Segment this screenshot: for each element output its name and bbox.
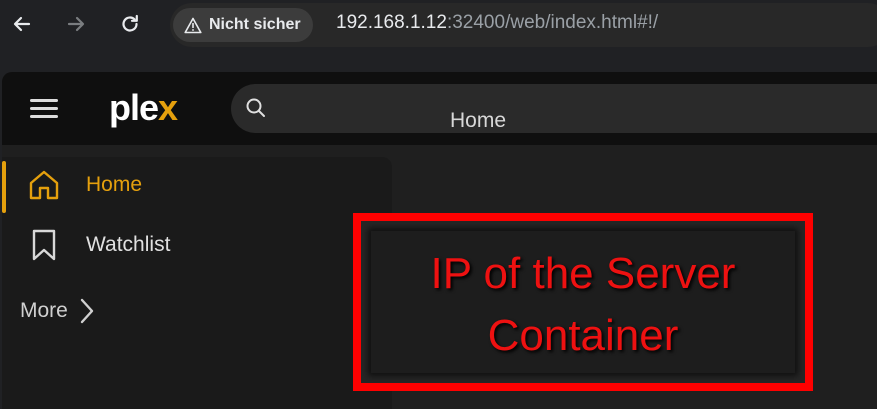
chevron-right-icon <box>80 298 94 324</box>
search-input[interactable] <box>231 84 877 133</box>
search-icon <box>246 98 265 117</box>
sidebar: Home Watchlist More <box>2 157 392 409</box>
reload-button[interactable] <box>114 8 146 40</box>
app-topbar: plex <box>2 72 877 145</box>
forward-arrow-icon <box>67 16 85 32</box>
menu-icon[interactable] <box>30 99 58 119</box>
url-host: 192.168.1.12 <box>336 12 447 33</box>
back-arrow-icon <box>13 16 31 32</box>
security-chip[interactable]: Nicht sicher <box>173 8 313 42</box>
bookmark-icon <box>26 227 62 263</box>
plex-logo[interactable]: plex <box>109 87 178 129</box>
more-label: More <box>20 299 68 322</box>
url-text[interactable]: 192.168.1.12:32400/web/index.html#!/ <box>336 12 658 34</box>
sidebar-item-watchlist[interactable]: Watchlist <box>2 217 392 273</box>
more-button[interactable]: More <box>20 298 94 324</box>
url-path: :32400/web/index.html#!/ <box>446 12 659 33</box>
page-title: Home <box>450 109 507 132</box>
active-indicator <box>2 161 6 213</box>
warning-triangle-icon <box>184 17 202 33</box>
annotation-text: IP of the Server Container <box>361 243 805 367</box>
sidebar-item-label: Home <box>86 173 143 196</box>
sidebar-item-home[interactable]: Home <box>2 157 392 213</box>
annotation-box: IP of the Server Container <box>353 213 813 391</box>
browser-toolbar: Nicht sicher 192.168.1.12:32400/web/inde… <box>0 0 877 50</box>
annotation-line-1: IP of the Server <box>430 249 736 298</box>
forward-button[interactable] <box>60 8 92 40</box>
home-icon <box>26 167 62 203</box>
annotation-line-2: Container <box>487 311 679 360</box>
reload-icon <box>122 14 138 32</box>
back-button[interactable] <box>6 8 38 40</box>
security-label: Nicht sicher <box>209 16 301 33</box>
sidebar-item-label: Watchlist <box>86 233 171 256</box>
